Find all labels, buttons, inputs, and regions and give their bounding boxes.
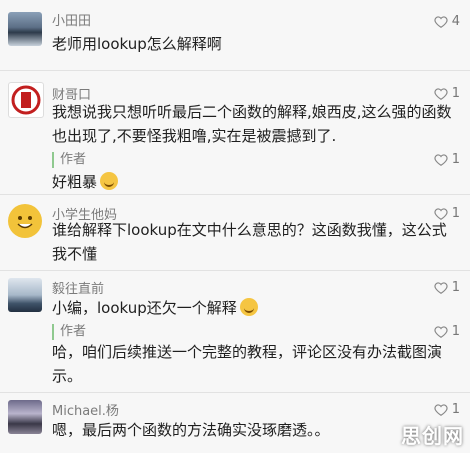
smiley-avatar-icon bbox=[17, 216, 33, 229]
heart-outline-icon bbox=[434, 281, 448, 294]
like-count: 1 bbox=[451, 324, 460, 339]
like-count: 4 bbox=[451, 14, 460, 29]
author-tag: 作者 bbox=[52, 324, 86, 340]
laughing-emoji-icon bbox=[100, 172, 119, 190]
author-reply: 作者 1 好粗暴 bbox=[0, 146, 470, 196]
comment-item: 小学生他妈 1 谁给解释下lookup在文中什么意思的？这函数我懂，这公式我不懂 bbox=[0, 196, 470, 268]
heart-outline-icon bbox=[434, 15, 448, 28]
reply-text-content: 好粗暴 bbox=[52, 173, 98, 191]
heart-outline-icon bbox=[434, 87, 448, 100]
avatar[interactable] bbox=[8, 12, 42, 46]
like-button[interactable]: 1 bbox=[434, 280, 460, 295]
reply-text: 哈，咱们后续推送一个完整的教程，评论区没有办法截图演示。 bbox=[52, 343, 443, 385]
like-button[interactable]: 1 bbox=[434, 152, 460, 167]
watermark: 思创网 bbox=[401, 424, 464, 448]
like-button[interactable]: 1 bbox=[434, 86, 460, 101]
divider bbox=[0, 270, 470, 271]
comment-item: 毅往直前 1 小编，lookup还欠一个解释 bbox=[0, 272, 470, 322]
like-count: 1 bbox=[451, 152, 460, 167]
divider bbox=[0, 194, 470, 195]
like-count: 1 bbox=[451, 280, 460, 295]
comment-text-content: 小编，lookup还欠一个解释 bbox=[52, 299, 237, 317]
like-button[interactable]: 1 bbox=[434, 324, 460, 339]
heart-outline-icon bbox=[434, 325, 448, 338]
like-count: 1 bbox=[451, 86, 460, 101]
like-button[interactable]: 1 bbox=[434, 402, 460, 417]
divider bbox=[0, 70, 470, 71]
comment-text: 我想说我只想听听最后二个函数的解释,娘西皮,这么强的函数也出现了,不要怪我粗噜,… bbox=[52, 103, 452, 145]
comment-text: 嗯，最后两个函数的方法确实没琢磨透。。 bbox=[52, 421, 330, 439]
author-reply: 作者 1 哈，咱们后续推送一个完整的教程，评论区没有办法截图演示。 bbox=[0, 320, 470, 390]
laughing-tears-emoji-icon bbox=[239, 298, 258, 316]
comment-text: 谁给解释下lookup在文中什么意思的？这函数我懂，这公式我不懂 bbox=[52, 221, 447, 263]
heart-outline-icon bbox=[434, 153, 448, 166]
comment-author[interactable]: 小田田 bbox=[52, 10, 91, 29]
avatar[interactable] bbox=[8, 400, 42, 434]
comment-list: 小田田 4 老师用lookup怎么解释啊 财哥口 1 我想说我只想听听最后二个函… bbox=[0, 0, 470, 453]
comment-item: 小田田 4 老师用lookup怎么解释啊 bbox=[0, 0, 470, 58]
author-tag: 作者 bbox=[52, 152, 86, 168]
reply-text: 好粗暴 bbox=[52, 170, 460, 194]
avatar-logo bbox=[11, 85, 41, 115]
comment-author[interactable]: 毅往直前 bbox=[52, 278, 104, 297]
comment-text: 小编，lookup还欠一个解释 bbox=[52, 296, 460, 320]
avatar[interactable] bbox=[8, 82, 44, 118]
comment-text: 老师用lookup怎么解释啊 bbox=[52, 35, 222, 53]
comment-author[interactable]: Michael.杨 bbox=[52, 400, 119, 419]
avatar[interactable] bbox=[8, 204, 42, 238]
comment-item: Michael.杨 1 嗯，最后两个函数的方法确实没琢磨透。。 bbox=[0, 394, 470, 453]
divider bbox=[0, 392, 470, 393]
like-button[interactable]: 4 bbox=[434, 14, 460, 29]
like-count: 1 bbox=[451, 402, 460, 417]
heart-outline-icon bbox=[434, 403, 448, 416]
avatar[interactable] bbox=[8, 278, 42, 312]
